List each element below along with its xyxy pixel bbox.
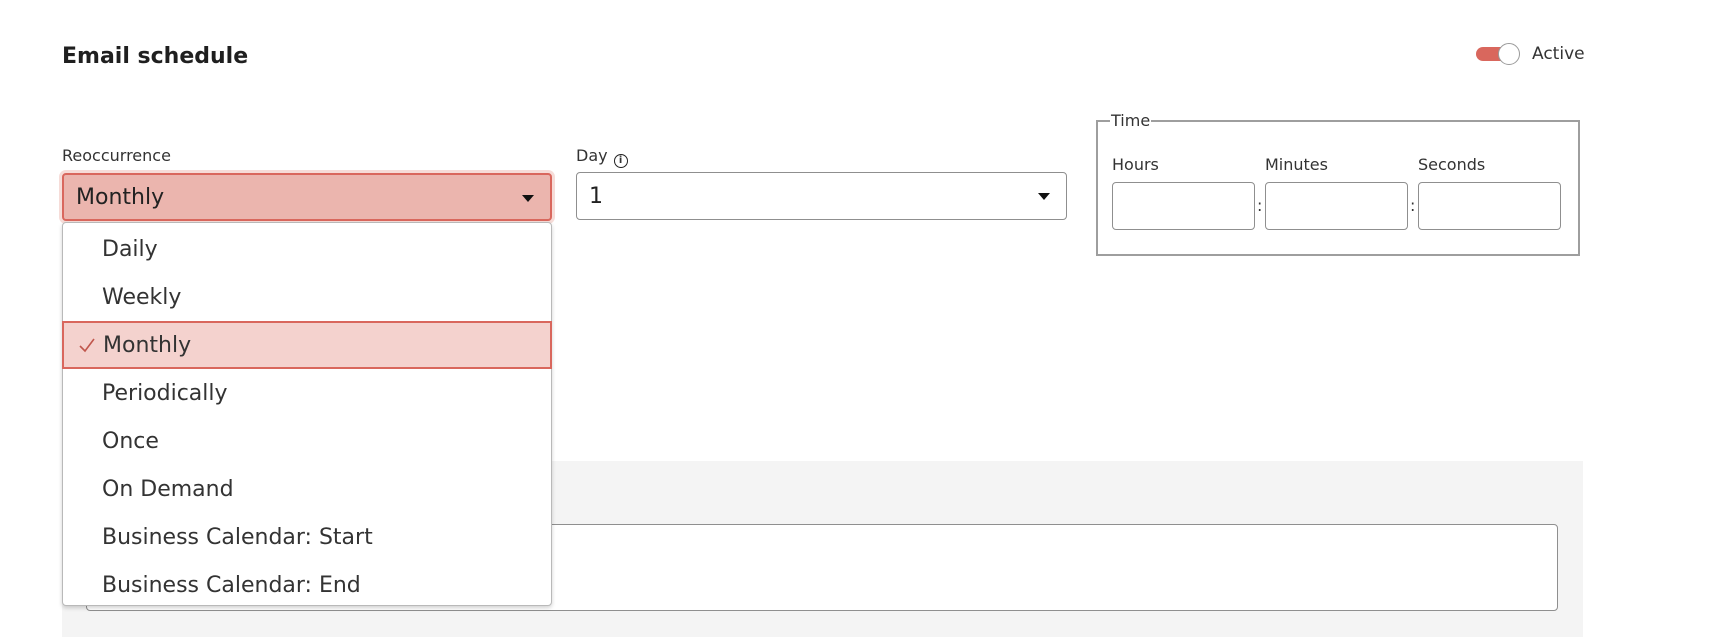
day-label-group: Day i <box>576 146 628 168</box>
day-label: Day <box>576 146 608 165</box>
active-toggle-label: Active <box>1532 44 1585 64</box>
hours-label: Hours <box>1112 155 1159 174</box>
dropdown-option-weekly[interactable]: Weekly <box>63 273 551 321</box>
recurrence-label: Reoccurrence <box>62 146 171 165</box>
recurrence-dropdown-menu: Daily Weekly Monthly Periodically Once O… <box>62 222 552 606</box>
email-schedule-page: Email schedule Active Reoccurrence Month… <box>0 0 1711 637</box>
dropdown-option-periodically[interactable]: Periodically <box>63 369 551 417</box>
option-label: Weekly <box>102 284 182 310</box>
time-separator: : <box>1257 196 1263 215</box>
check-icon <box>79 338 95 353</box>
option-label: On Demand <box>102 476 234 502</box>
option-label: Periodically <box>102 380 228 406</box>
chevron-down-icon <box>1038 193 1050 200</box>
recurrence-select[interactable]: Monthly <box>62 173 552 221</box>
dropdown-option-business-calendar-start[interactable]: Business Calendar: Start <box>63 513 551 561</box>
recurrence-select-value: Monthly <box>76 184 165 210</box>
dropdown-option-on-demand[interactable]: On Demand <box>63 465 551 513</box>
active-toggle[interactable] <box>1476 43 1520 65</box>
option-label: Monthly <box>103 332 192 358</box>
time-legend: Time <box>1111 111 1151 130</box>
day-select[interactable]: 1 <box>576 172 1067 220</box>
option-label: Daily <box>102 236 158 262</box>
chevron-down-icon <box>522 195 534 202</box>
option-label: Business Calendar: Start <box>102 524 373 550</box>
dropdown-option-monthly[interactable]: Monthly <box>62 321 552 369</box>
hours-input[interactable] <box>1112 182 1255 230</box>
option-label: Once <box>102 428 159 454</box>
toggle-knob[interactable] <box>1498 43 1520 65</box>
seconds-input[interactable] <box>1418 182 1561 230</box>
dropdown-option-business-calendar-end[interactable]: Business Calendar: End <box>63 561 551 609</box>
seconds-label: Seconds <box>1418 155 1486 174</box>
dropdown-option-once[interactable]: Once <box>63 417 551 465</box>
time-separator: : <box>1410 196 1416 215</box>
dropdown-option-daily[interactable]: Daily <box>63 225 551 273</box>
day-select-value: 1 <box>589 183 603 209</box>
option-label: Business Calendar: End <box>102 572 361 598</box>
minutes-label: Minutes <box>1265 155 1328 174</box>
page-title: Email schedule <box>62 44 249 69</box>
minutes-input[interactable] <box>1265 182 1408 230</box>
info-icon[interactable]: i <box>613 154 628 168</box>
active-toggle-group[interactable]: Active <box>1476 43 1585 65</box>
